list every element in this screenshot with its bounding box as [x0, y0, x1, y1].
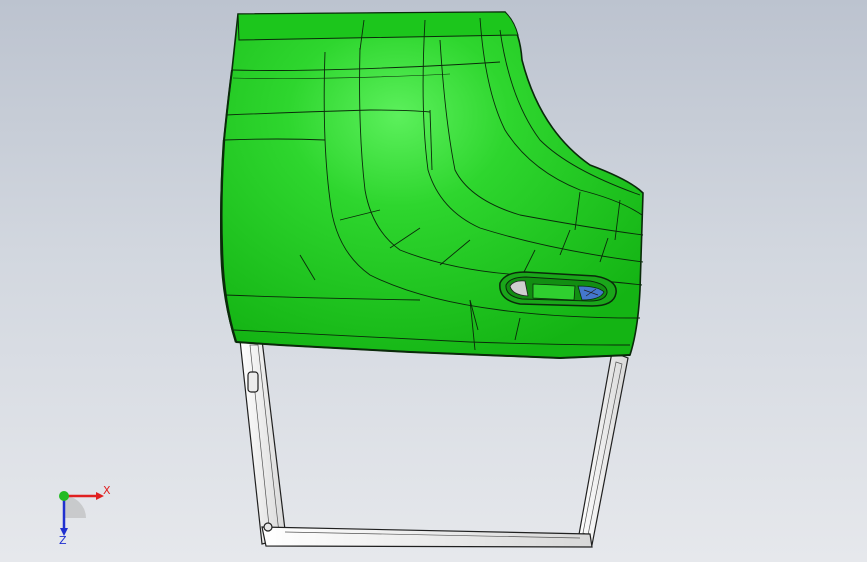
y-axis-dot: [59, 491, 69, 501]
window-frame[interactable]: [239, 339, 629, 548]
reference-triad: X Z: [59, 484, 111, 547]
car-door-model[interactable]: [0, 0, 867, 562]
graphics-viewport[interactable]: X Z: [0, 0, 867, 562]
z-axis-label: Z: [59, 534, 67, 547]
x-axis-label: X: [103, 484, 111, 497]
door-handle[interactable]: [499, 271, 617, 307]
